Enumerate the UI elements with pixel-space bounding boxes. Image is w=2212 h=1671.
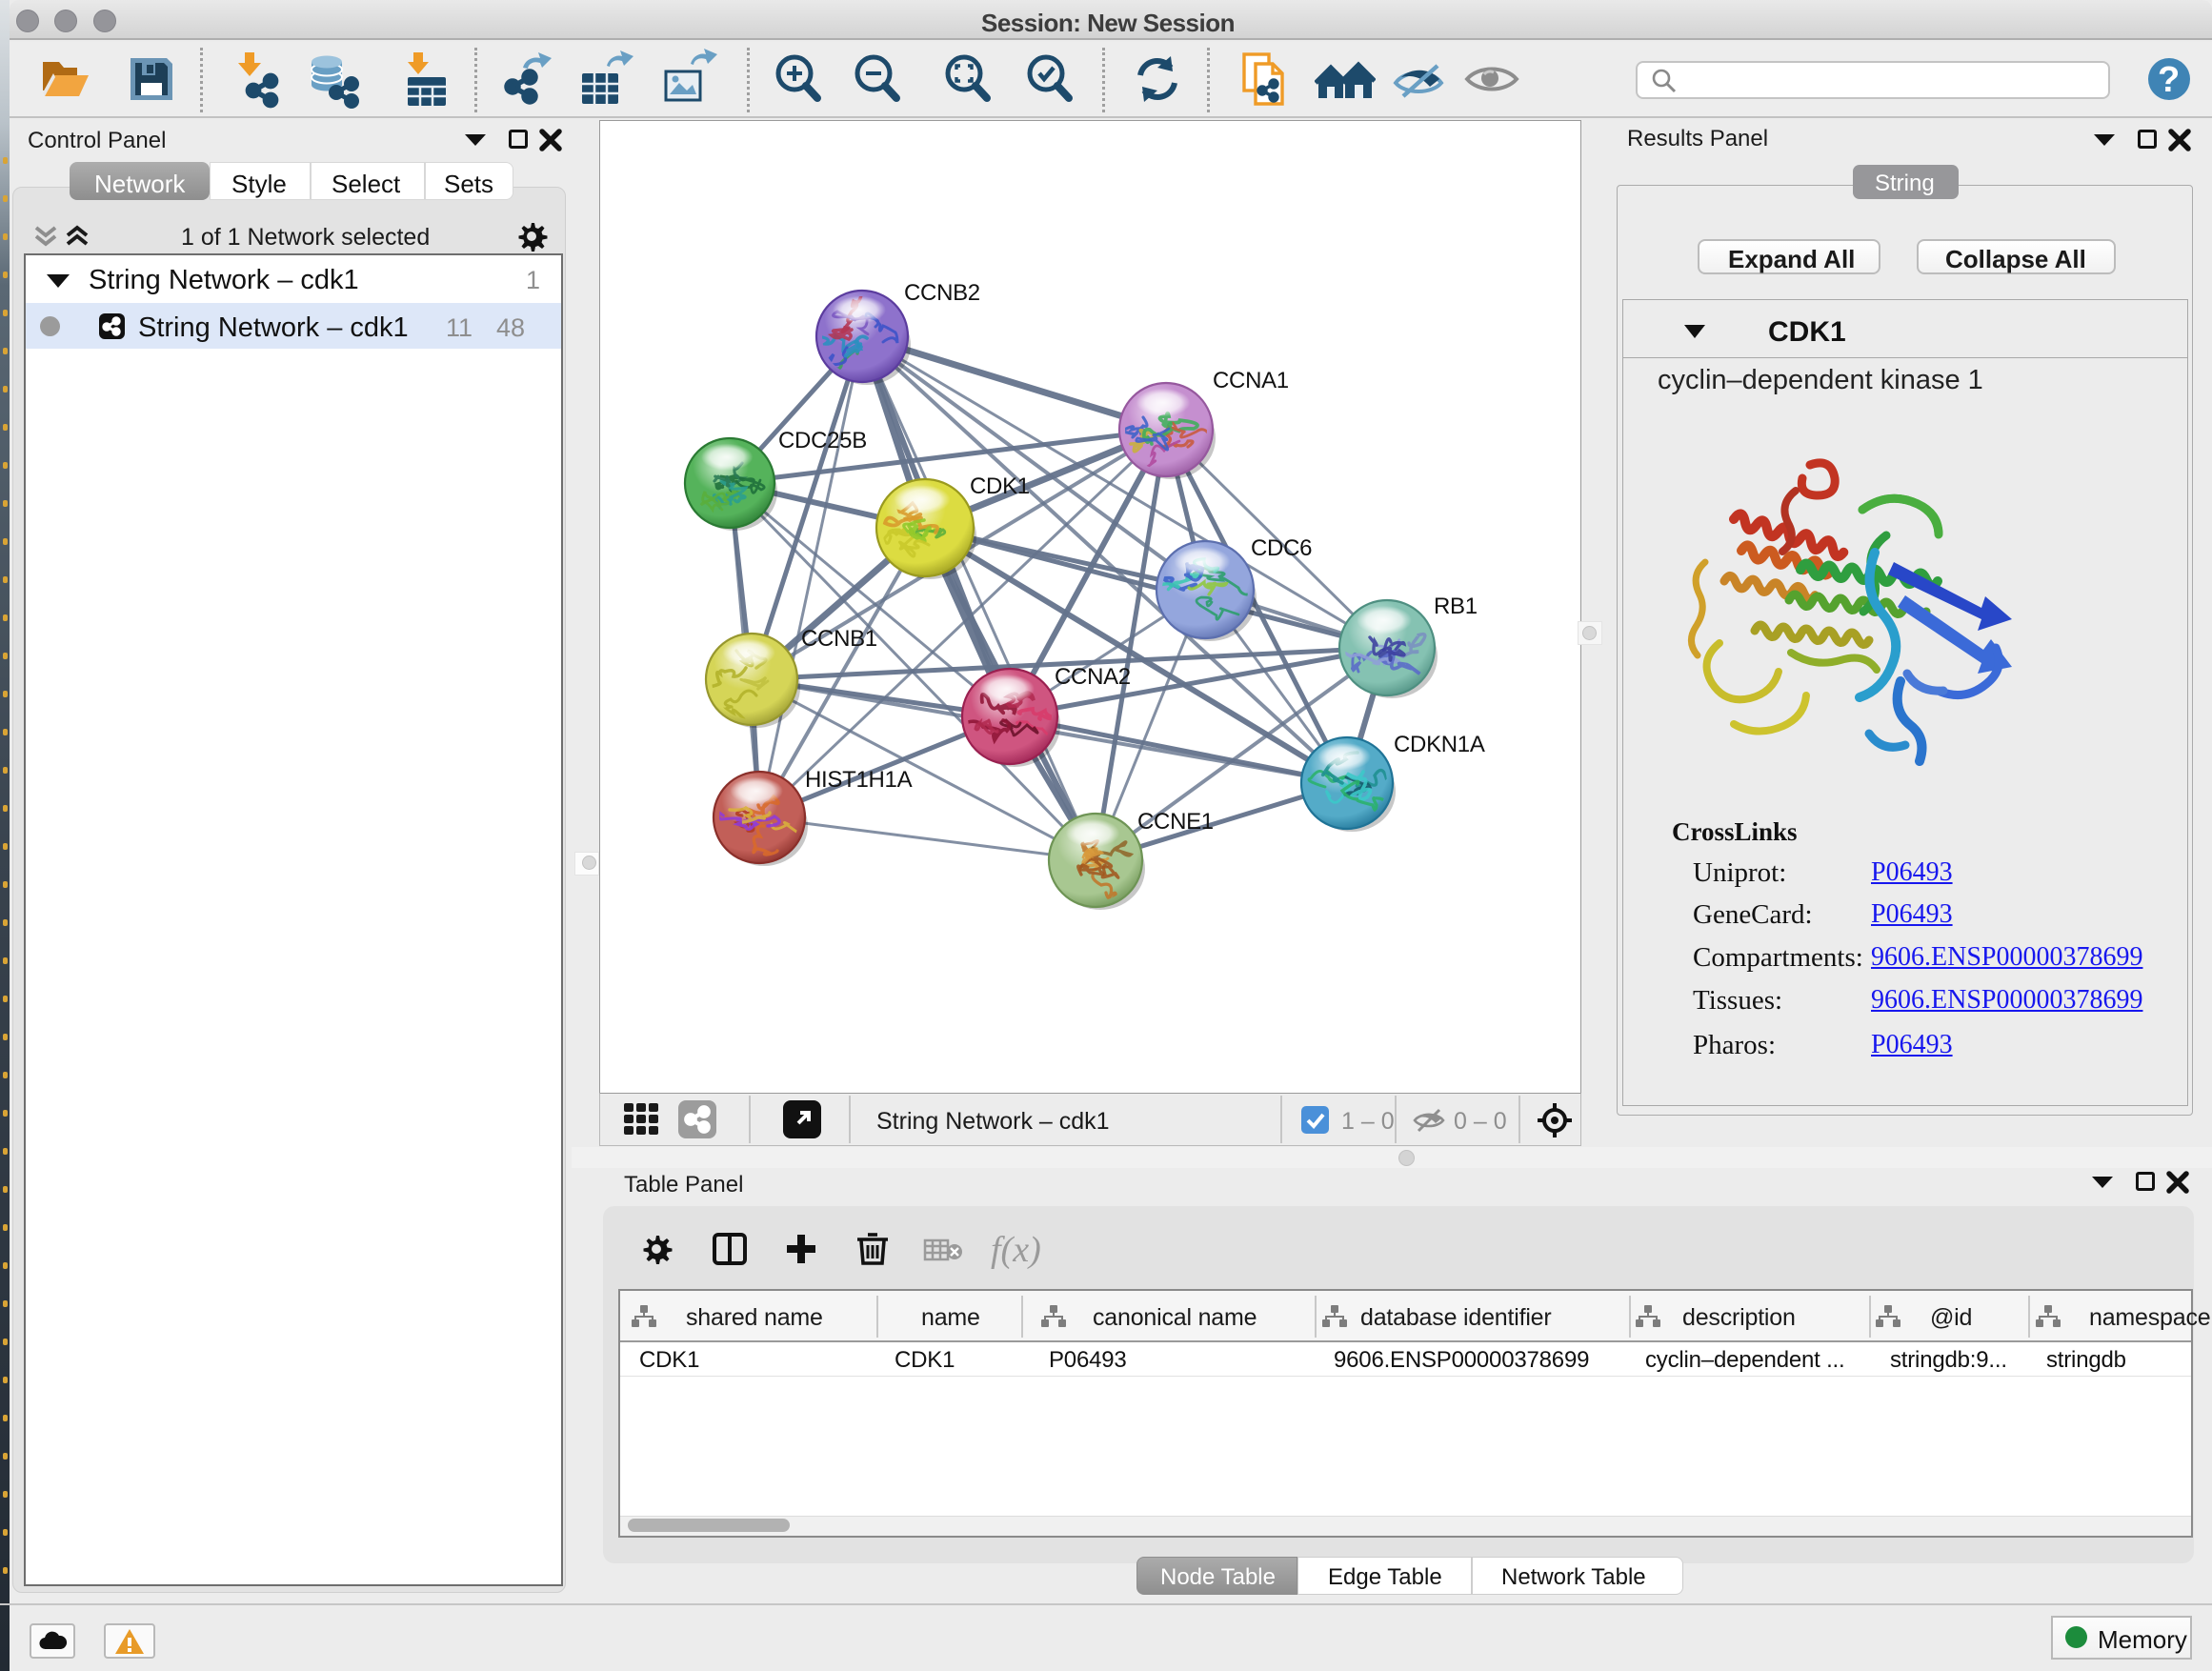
svg-text:CCNA2: CCNA2 — [1055, 664, 1131, 690]
svg-text:CCNE1: CCNE1 — [1137, 809, 1214, 835]
svg-text:CDK1: CDK1 — [970, 473, 1030, 499]
svg-text:CCNB2: CCNB2 — [904, 280, 980, 306]
svg-text:CDC6: CDC6 — [1251, 535, 1312, 561]
svg-text:CCNB1: CCNB1 — [801, 626, 877, 652]
svg-text:RB1: RB1 — [1434, 594, 1478, 619]
svg-text:CDC25B: CDC25B — [778, 428, 867, 453]
svg-text:HIST1H1A: HIST1H1A — [805, 767, 913, 793]
svg-text:CCNA1: CCNA1 — [1213, 368, 1289, 393]
svg-text:CDKN1A: CDKN1A — [1394, 732, 1485, 757]
